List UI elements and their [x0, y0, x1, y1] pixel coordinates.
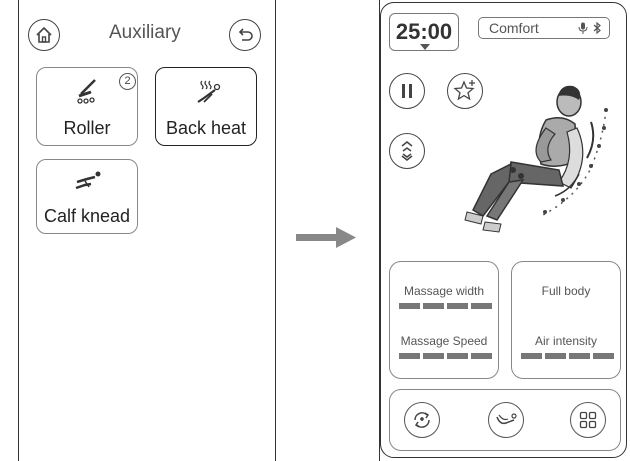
main-control-panel: 25:00 Comfort Massage width Massage Spee… — [379, 0, 630, 461]
massage-area-label: Full body — [541, 284, 591, 298]
calf-knead-tile[interactable]: Calf knead — [36, 159, 138, 234]
auto-mode-icon — [414, 412, 430, 428]
mode-selector[interactable]: Comfort — [478, 17, 610, 39]
calf-knead-icon — [75, 171, 101, 190]
air-intensity-level[interactable] — [521, 353, 614, 359]
right-arrow-icon — [296, 227, 356, 248]
bottom-nav — [389, 389, 621, 451]
massage-speed-label: Massage Speed — [400, 334, 488, 348]
massage-settings-card: Massage width Massage Speed — [389, 261, 499, 379]
back-arrow-icon — [238, 28, 253, 41]
back-button[interactable] — [229, 19, 261, 51]
mode-label: Comfort — [489, 20, 539, 36]
pause-button[interactable] — [389, 73, 425, 109]
roller-icon — [77, 79, 96, 104]
manual-massage-icon — [496, 413, 517, 425]
chevron-down-icon — [420, 44, 430, 50]
pause-icon — [402, 84, 412, 98]
roller-tile[interactable]: 2 Roller — [36, 67, 138, 146]
massage-width-level[interactable] — [399, 303, 492, 309]
home-icon — [36, 26, 52, 43]
massage-width-label: Massage width — [403, 284, 485, 298]
home-button[interactable] — [28, 19, 60, 51]
calf-knead-label: Calf knead — [43, 206, 131, 226]
massage-chair-illustration — [464, 85, 608, 233]
shoulder-adjust-button[interactable] — [389, 133, 425, 169]
back-heat-label: Back heat — [165, 118, 247, 138]
back-heat-tile[interactable]: Back heat — [155, 67, 257, 146]
device-screen: 25:00 Comfort Massage width Massage Spee… — [380, 2, 627, 458]
shoulder-adjust-icon — [401, 141, 413, 161]
bluetooth-icon — [593, 22, 601, 34]
roller-badge: 2 — [119, 73, 136, 90]
massage-speed-level[interactable] — [399, 353, 492, 359]
back-heat-icon — [197, 80, 221, 103]
auxiliary-panel: Auxiliary 2 Roller Back heat Calf knead — [18, 0, 276, 461]
menu-grid-button[interactable] — [570, 402, 606, 438]
roller-label: Roller — [63, 118, 111, 138]
menu-grid-icon — [579, 411, 597, 429]
page-title: Auxiliary — [109, 22, 181, 43]
timer-display[interactable]: 25:00 — [389, 13, 459, 51]
timer-value: 25:00 — [395, 19, 453, 44]
air-intensity-label: Air intensity — [534, 334, 598, 348]
microphone-icon — [578, 22, 588, 34]
manual-massage-button[interactable] — [488, 402, 524, 438]
body-air-card: Full body Air intensity — [511, 261, 621, 379]
auto-mode-button[interactable] — [404, 402, 440, 438]
